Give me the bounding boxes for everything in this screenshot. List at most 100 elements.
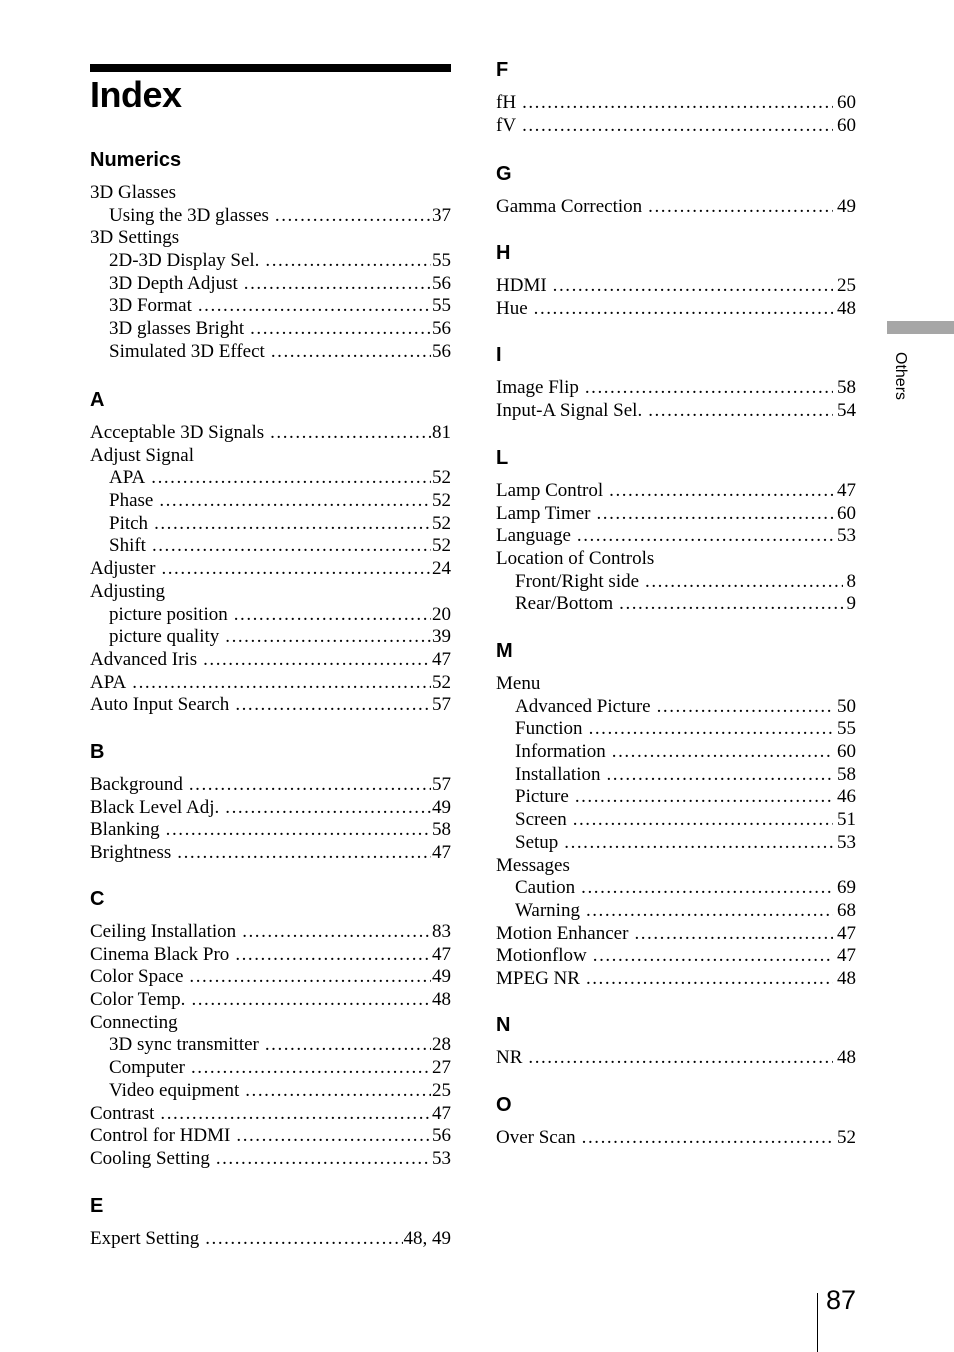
section-heading: L bbox=[496, 447, 509, 469]
page-reference[interactable]: 52 bbox=[431, 672, 451, 695]
page-reference[interactable]: 49 bbox=[833, 196, 856, 219]
page-reference[interactable]: 47 bbox=[431, 1103, 451, 1126]
index-entry: HDMI 25 bbox=[496, 275, 856, 298]
page-reference[interactable]: 52 bbox=[431, 467, 451, 490]
page-reference[interactable]: 47 bbox=[431, 842, 451, 865]
page-reference[interactable]: 47 bbox=[833, 923, 856, 946]
page-reference[interactable]: 8 bbox=[843, 571, 857, 594]
page-reference[interactable]: 47 bbox=[833, 945, 856, 968]
index-term: HDMI bbox=[496, 275, 547, 296]
dot-leader bbox=[166, 819, 431, 842]
page-reference[interactable]: 56 bbox=[431, 341, 451, 364]
page-reference[interactable]: 24 bbox=[431, 558, 451, 581]
index-entry: Messages bbox=[496, 855, 856, 878]
page-reference[interactable]: 81 bbox=[431, 422, 451, 445]
index-term: Adjuster bbox=[90, 558, 156, 580]
section-heading: I bbox=[496, 344, 502, 366]
dot-leader bbox=[553, 275, 833, 298]
index-term: Lamp Timer bbox=[496, 502, 591, 524]
page-reference[interactable]: 27 bbox=[431, 1057, 451, 1080]
page-reference[interactable]: 52 bbox=[431, 490, 451, 513]
dot-leader bbox=[234, 604, 431, 627]
index-subentry: APA 52 bbox=[90, 467, 451, 490]
index-entry: Control for HDMI 56 bbox=[90, 1125, 451, 1148]
page-reference[interactable]: 55 bbox=[833, 718, 856, 741]
index-term: Color Space bbox=[90, 966, 184, 988]
page-reference[interactable]: 60 bbox=[833, 741, 856, 764]
dot-leader bbox=[522, 92, 833, 115]
page-reference[interactable]: 49 bbox=[431, 966, 451, 989]
page-reference[interactable]: 28 bbox=[431, 1034, 451, 1057]
index-entry: Acceptable 3D Signals 81 bbox=[90, 422, 451, 445]
page-reference[interactable]: 83 bbox=[431, 921, 451, 944]
page-reference[interactable]: 9 bbox=[843, 593, 857, 616]
page-reference[interactable]: 56 bbox=[431, 273, 451, 296]
index-term: Advanced Picture bbox=[515, 695, 651, 717]
page-reference[interactable]: 56 bbox=[431, 318, 451, 341]
index-entry: Color Space 49 bbox=[90, 966, 451, 989]
dot-leader bbox=[152, 535, 431, 558]
index-entry: 3D Settings bbox=[90, 227, 451, 250]
page-reference[interactable]: 60 bbox=[833, 503, 856, 526]
page-reference[interactable]: 48 bbox=[833, 298, 856, 321]
page-reference[interactable]: 52 bbox=[431, 535, 451, 558]
page-reference[interactable]: 56 bbox=[431, 1125, 451, 1148]
dot-leader bbox=[648, 196, 833, 219]
index-subentry: Screen 51 bbox=[496, 809, 856, 832]
index-term: APA bbox=[90, 671, 127, 693]
index-term: Motionflow bbox=[496, 945, 587, 967]
dot-leader bbox=[236, 1125, 431, 1148]
page-reference[interactable]: 52 bbox=[833, 1127, 856, 1150]
index-term: Information bbox=[515, 741, 606, 763]
page-reference[interactable]: 58 bbox=[833, 764, 856, 787]
page-reference[interactable]: 48 bbox=[833, 1047, 856, 1070]
page-reference[interactable]: 49 bbox=[431, 797, 451, 820]
page-reference[interactable]: 25 bbox=[833, 275, 856, 298]
page-reference[interactable]: 54 bbox=[833, 400, 856, 423]
index-term: Language bbox=[496, 525, 571, 547]
index-term: Screen bbox=[515, 809, 567, 831]
index-entry-list: NR 48 bbox=[496, 1047, 856, 1070]
index-subentry: Caution 69 bbox=[496, 877, 856, 900]
page-reference[interactable]: 52 bbox=[431, 513, 451, 536]
page-reference[interactable]: 47 bbox=[431, 944, 451, 967]
page-reference[interactable]: 68 bbox=[833, 900, 856, 923]
page-reference[interactable]: 25 bbox=[431, 1080, 451, 1103]
index-term: MPEG NR bbox=[496, 967, 580, 989]
dot-leader bbox=[577, 525, 833, 548]
page-reference[interactable]: 20 bbox=[431, 604, 451, 627]
dot-leader bbox=[528, 1047, 833, 1070]
page-reference[interactable]: 69 bbox=[833, 877, 856, 900]
page-reference[interactable]: 55 bbox=[431, 250, 451, 273]
page-reference[interactable]: 57 bbox=[431, 694, 451, 717]
page-reference[interactable]: 47 bbox=[833, 480, 856, 503]
index-term: APA bbox=[109, 467, 146, 489]
index-term: Color Temp. bbox=[90, 989, 186, 1011]
page-reference[interactable]: 58 bbox=[431, 819, 451, 842]
page-reference[interactable]: 60 bbox=[833, 115, 856, 138]
page-reference[interactable]: 53 bbox=[833, 832, 856, 855]
page-reference[interactable]: 37 bbox=[431, 205, 451, 228]
page-reference[interactable]: 57 bbox=[431, 774, 451, 797]
page-reference[interactable]: 53 bbox=[833, 525, 856, 548]
page-reference[interactable]: 47 bbox=[431, 649, 451, 672]
index-term: 3D Glasses bbox=[90, 182, 177, 203]
index-subentry: Front/Right side 8 bbox=[496, 571, 856, 594]
page-reference[interactable]: 50 bbox=[833, 696, 856, 719]
page-reference[interactable]: 48 bbox=[833, 968, 856, 991]
index-term: Adjusting bbox=[90, 580, 165, 602]
dot-leader bbox=[177, 842, 431, 865]
page-reference[interactable]: 60 bbox=[833, 92, 856, 115]
page-reference[interactable]: 53 bbox=[431, 1148, 451, 1171]
dot-leader bbox=[160, 1103, 431, 1126]
page-reference[interactable]: 51 bbox=[833, 809, 856, 832]
dot-leader bbox=[596, 503, 833, 526]
page-reference[interactable]: 48 bbox=[431, 989, 451, 1012]
index-term: Brightness bbox=[90, 842, 172, 864]
page-reference[interactable]: 55 bbox=[431, 295, 451, 318]
page-reference[interactable]: 46 bbox=[833, 786, 856, 809]
page-reference[interactable]: 39 bbox=[431, 626, 451, 649]
page-reference[interactable]: 48, 49 bbox=[403, 1228, 452, 1251]
page-reference[interactable]: 58 bbox=[833, 377, 856, 400]
index-subentry: 3D Depth Adjust 56 bbox=[90, 273, 451, 296]
